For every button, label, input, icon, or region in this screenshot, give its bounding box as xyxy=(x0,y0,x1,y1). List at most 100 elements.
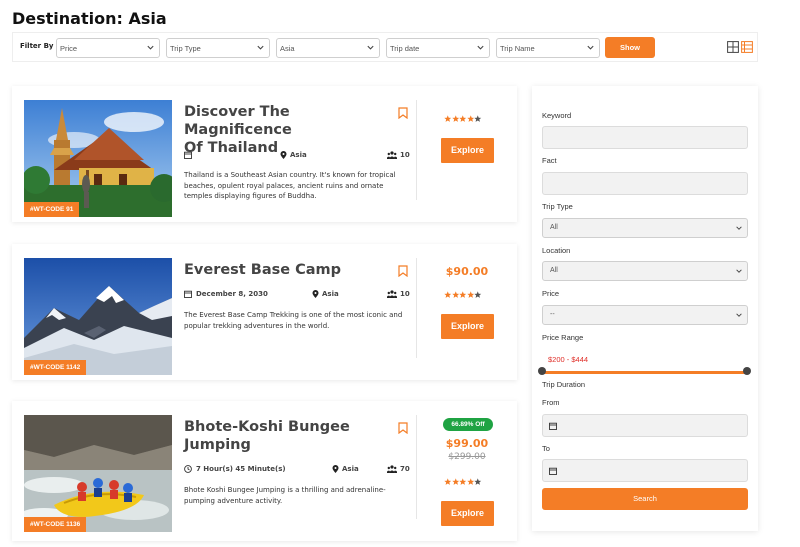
price-range-track[interactable] xyxy=(542,371,747,374)
to-date-input[interactable] xyxy=(542,459,748,482)
star-icon xyxy=(466,115,474,122)
trip-type-filter-value: Trip Type xyxy=(170,44,201,53)
trip-price: $90.00 xyxy=(445,265,489,278)
trip-image-thailand[interactable]: #WT-CODE 91 xyxy=(24,100,172,217)
card-divider xyxy=(416,100,417,200)
explore-button[interactable]: Explore xyxy=(441,314,494,339)
trip-title[interactable]: Discover The Magnificence Of Thailand xyxy=(184,103,384,157)
star-icon xyxy=(451,478,459,485)
trip-title-line: Discover The Magnificence xyxy=(184,104,292,138)
star-icon xyxy=(444,478,452,485)
trip-group-size: 10 xyxy=(400,290,410,298)
group-icon xyxy=(387,465,397,473)
filter-by-label: Filter By xyxy=(20,42,54,50)
location-label: Location xyxy=(542,246,571,255)
filter-bar: Filter By Price Trip Type Asia Trip date… xyxy=(12,32,758,62)
trip-image-everest[interactable]: #WT-CODE 1142 xyxy=(24,258,172,375)
price-value: -- xyxy=(550,311,555,318)
list-view-icon[interactable] xyxy=(741,41,753,53)
chevron-down-icon xyxy=(477,45,484,50)
everest-mountain-image xyxy=(24,258,172,375)
trip-type-select[interactable]: All xyxy=(542,218,748,238)
rating-stars xyxy=(444,115,484,123)
trip-old-price: $299.00 xyxy=(448,452,486,462)
chevron-down-icon xyxy=(587,45,594,50)
view-toggle xyxy=(727,41,753,54)
bookmark-icon[interactable] xyxy=(398,265,408,277)
trip-card-thailand: #WT-CODE 91 Discover The Magnificence Of… xyxy=(12,86,517,222)
from-date-input[interactable] xyxy=(542,414,748,437)
price-range-label: Price Range xyxy=(542,333,584,342)
card-divider xyxy=(416,258,417,358)
price-range-min-handle[interactable] xyxy=(538,367,546,375)
calendar-icon xyxy=(184,151,192,159)
trip-code-badge: #WT-CODE 1136 xyxy=(24,517,87,532)
trip-name-filter-select[interactable]: Trip Name xyxy=(496,38,600,58)
show-button[interactable]: Show xyxy=(605,37,655,58)
star-icon xyxy=(444,291,452,298)
trip-title-line: Bhote-Koshi Bungee xyxy=(184,419,350,435)
grid-view-icon[interactable] xyxy=(727,41,739,53)
star-icon xyxy=(474,478,482,485)
calendar-icon xyxy=(184,290,192,298)
trip-duration: 7 Hour(s) 45 Minute(s) xyxy=(196,465,286,473)
star-icon xyxy=(466,291,474,298)
search-button[interactable]: Search xyxy=(542,488,748,510)
chevron-down-icon xyxy=(736,313,742,317)
explore-button[interactable]: Explore xyxy=(441,138,494,163)
price-select[interactable]: -- xyxy=(542,305,748,325)
star-icon xyxy=(474,291,482,298)
rating-stars xyxy=(444,291,484,299)
trip-title[interactable]: Bhote-Koshi Bungee Jumping xyxy=(184,418,384,454)
bookmark-icon[interactable] xyxy=(398,422,408,434)
price-label: Price xyxy=(542,289,560,298)
star-icon xyxy=(466,478,474,485)
thailand-temple-image xyxy=(24,100,172,217)
trip-type-value: All xyxy=(550,224,558,231)
trip-type-filter-select[interactable]: Trip Type xyxy=(166,38,270,58)
destination-filter-value: Asia xyxy=(280,44,295,53)
keyword-input[interactable] xyxy=(542,126,748,149)
card-divider xyxy=(416,415,417,519)
chevron-down-icon xyxy=(367,45,374,50)
from-label: From xyxy=(542,398,560,407)
star-icon xyxy=(459,291,467,298)
star-icon xyxy=(451,291,459,298)
trip-title-line: Jumping xyxy=(184,437,251,453)
map-pin-icon xyxy=(280,151,287,159)
explore-button[interactable]: Explore xyxy=(441,501,494,526)
group-icon xyxy=(387,290,397,298)
fact-input[interactable] xyxy=(542,172,748,195)
location-value: All xyxy=(550,267,558,274)
trip-meta: 7 Hour(s) 45 Minute(s) Asia 70 xyxy=(184,465,410,477)
to-label: To xyxy=(542,444,550,453)
destination-filter-select[interactable]: Asia xyxy=(276,38,380,58)
price-filter-select[interactable]: Price xyxy=(56,38,160,58)
calendar-icon xyxy=(549,467,557,475)
trip-date-filter-value: Trip date xyxy=(390,44,420,53)
trip-type-label: Trip Type xyxy=(542,202,573,211)
group-icon xyxy=(387,151,397,159)
clock-icon xyxy=(184,465,192,473)
star-icon xyxy=(459,478,467,485)
trip-price: $99.00 xyxy=(445,437,489,450)
trip-title-line: Everest Base Camp xyxy=(184,262,342,278)
trip-location: Asia xyxy=(342,465,359,473)
price-range-max-handle[interactable] xyxy=(743,367,751,375)
chevron-down-icon xyxy=(736,269,742,273)
fact-label: Fact xyxy=(542,156,557,165)
trip-name-filter-value: Trip Name xyxy=(500,44,535,53)
trip-description: Thailand is a Southeast Asian country. I… xyxy=(184,171,396,200)
star-icon xyxy=(474,115,482,122)
trip-image-bhote-koshi[interactable]: #WT-CODE 1136 xyxy=(24,415,172,532)
trip-meta: Asia 10 xyxy=(184,151,410,163)
location-select[interactable]: All xyxy=(542,261,748,281)
trip-location: Asia xyxy=(290,151,307,159)
trip-location: Asia xyxy=(322,290,339,298)
keyword-label: Keyword xyxy=(542,111,572,120)
price-range-value: $200 - $444 xyxy=(548,355,589,364)
bookmark-icon[interactable] xyxy=(398,107,408,119)
trip-date-filter-select[interactable]: Trip date xyxy=(386,38,490,58)
map-pin-icon xyxy=(332,465,339,473)
trip-title[interactable]: Everest Base Camp xyxy=(184,261,384,279)
